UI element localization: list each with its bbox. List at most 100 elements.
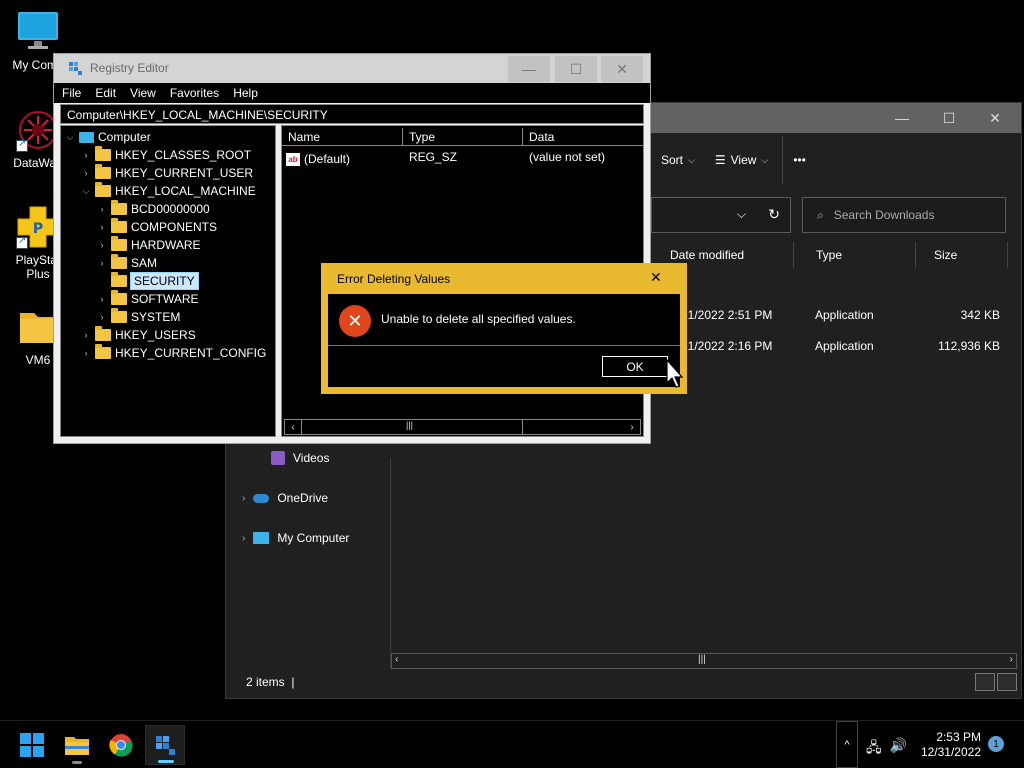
ok-button[interactable]: OK: [602, 356, 668, 377]
shortcut-arrow-icon: [16, 235, 28, 249]
details-view-icon[interactable]: [975, 673, 995, 691]
column-header-type[interactable]: Type: [810, 242, 916, 268]
chrome-icon: [109, 734, 133, 757]
explorer-close-button[interactable]: ✕: [972, 103, 1018, 133]
explorer-toolbar: Sort ⌵ ☰ View ⌵ •••: [651, 136, 859, 184]
chevron-right-icon[interactable]: ›: [81, 150, 91, 160]
error-dialog[interactable]: Error Deleting Values ✕ ✕ Unable to dele…: [321, 263, 687, 394]
tree-node-hkey-classes-root[interactable]: › HKEY_CLASSES_ROOT: [81, 146, 251, 164]
nav-item-label: OneDrive: [277, 491, 329, 505]
explorer-search-box[interactable]: ⌕ Search Downloads: [802, 197, 1006, 233]
regedit-address-bar[interactable]: Computer\HKEY_LOCAL_MACHINE\SECURITY: [60, 104, 644, 124]
tree-node-sam[interactable]: › SAM: [97, 254, 157, 272]
scroll-right-icon[interactable]: ›: [624, 420, 640, 434]
show-hidden-icons-button[interactable]: ^: [836, 721, 858, 768]
column-header-data[interactable]: Data: [523, 128, 643, 146]
scroll-thumb-grip-icon: |||: [406, 420, 414, 430]
shortcut-arrow-icon: [16, 138, 28, 152]
scroll-right-icon[interactable]: ›: [1010, 654, 1013, 665]
scroll-left-icon[interactable]: ‹: [395, 654, 398, 665]
refresh-icon[interactable]: ↻: [768, 206, 780, 223]
chevron-right-icon[interactable]: ›: [97, 312, 107, 322]
menu-edit[interactable]: Edit: [95, 86, 116, 100]
monitor-icon: [16, 10, 60, 54]
chevron-down-icon[interactable]: ⌵: [65, 132, 75, 143]
tree-node-hkey-current-config[interactable]: › HKEY_CURRENT_CONFIG: [81, 344, 266, 362]
chevron-down-icon[interactable]: ⌵: [737, 207, 746, 222]
menu-help[interactable]: Help: [233, 86, 258, 100]
tree-node-software[interactable]: › SOFTWARE: [97, 290, 199, 308]
chevron-right-icon[interactable]: ›: [81, 330, 91, 340]
value-type-cell: REG_SZ: [409, 150, 458, 164]
explorer-minimize-button[interactable]: —: [879, 103, 925, 133]
regedit-close-button[interactable]: ✕: [601, 56, 643, 82]
view-button[interactable]: ☰ View ⌵: [705, 136, 778, 184]
registry-editor-icon: [69, 62, 82, 75]
folder-icon: [95, 164, 111, 179]
tree-node-computer[interactable]: ⌵ Computer: [65, 128, 151, 146]
chevron-right-icon[interactable]: ›: [97, 240, 107, 250]
regedit-minimize-button[interactable]: —: [508, 56, 550, 82]
tree-node-hkey-users[interactable]: › HKEY_USERS: [81, 326, 196, 344]
nav-item-videos[interactable]: Videos: [271, 451, 329, 465]
file-size: 112,936 KB: [938, 339, 1000, 353]
pane-divider[interactable]: [390, 458, 391, 668]
taskbar: ^ 🖧 🔊 2:53 PM 12/31/2022: [0, 720, 1024, 768]
sort-button[interactable]: Sort ⌵: [651, 136, 705, 184]
nav-item-onedrive[interactable]: › OneDrive: [242, 491, 328, 505]
tree-node-system[interactable]: › SYSTEM: [97, 308, 180, 326]
network-icon[interactable]: 🖧: [866, 737, 882, 761]
cloud-icon: [253, 493, 270, 503]
chevron-right-icon[interactable]: ›: [97, 294, 107, 304]
column-header-type[interactable]: Type: [403, 128, 523, 146]
registry-tree: ⌵ Computer › HKEY_CLASSES_ROOT › HKEY_CU…: [60, 125, 276, 437]
chevron-right-icon[interactable]: ›: [97, 258, 107, 268]
mouse-cursor-icon: [666, 359, 684, 388]
regedit-title: Registry Editor: [90, 61, 169, 75]
tree-node-bcd00000000[interactable]: › BCD00000000: [97, 200, 210, 218]
notification-badge[interactable]: 1: [988, 736, 1004, 752]
regedit-horizontal-scrollbar[interactable]: ‹ ||| ›: [284, 419, 641, 435]
error-icon: ✕: [339, 305, 371, 337]
chevron-down-icon[interactable]: ⌵: [81, 186, 91, 197]
dialog-message: Unable to delete all specified values.: [381, 312, 576, 326]
nav-item-my-computer[interactable]: › My Computer: [242, 531, 349, 545]
chevron-right-icon[interactable]: ›: [81, 348, 91, 358]
tree-node-security[interactable]: SECURITY: [97, 272, 199, 290]
more-options-button[interactable]: •••: [782, 136, 816, 184]
column-header-size[interactable]: Size: [928, 242, 1008, 268]
explorer-address-bar[interactable]: ⌵ ↻: [651, 197, 791, 233]
file-date: 31/2022 2:16 PM: [681, 339, 773, 353]
regedit-maximize-button[interactable]: ☐: [555, 56, 597, 82]
taskbar-clock[interactable]: 2:53 PM 12/31/2022: [917, 730, 981, 760]
scroll-thumb-grip-icon[interactable]: |||: [698, 654, 706, 665]
tree-node-hardware[interactable]: › HARDWARE: [97, 236, 201, 254]
chevron-right-icon[interactable]: ›: [81, 168, 91, 178]
dialog-close-button[interactable]: ✕: [650, 269, 662, 286]
volume-icon[interactable]: 🔊: [890, 737, 907, 761]
menu-view[interactable]: View: [130, 86, 156, 100]
scroll-left-icon[interactable]: ‹: [285, 420, 301, 434]
menu-file[interactable]: File: [62, 86, 81, 100]
folder-icon: [111, 272, 127, 287]
tree-node-hkey-current-user[interactable]: › HKEY_CURRENT_USER: [81, 164, 253, 182]
taskbar-registry-editor[interactable]: [145, 725, 185, 765]
chevron-right-icon[interactable]: ›: [97, 222, 107, 232]
taskbar-chrome[interactable]: [101, 725, 141, 765]
regedit-titlebar[interactable]: Registry Editor — ☐ ✕: [54, 54, 650, 83]
tree-node-components[interactable]: › COMPONENTS: [97, 218, 217, 236]
taskbar-file-explorer[interactable]: [57, 725, 97, 765]
monitor-icon: [253, 532, 270, 544]
chevron-right-icon[interactable]: ›: [242, 493, 245, 504]
column-header-name[interactable]: Name: [282, 128, 403, 146]
clock-date: 12/31/2022: [920, 745, 981, 759]
menu-favorites[interactable]: Favorites: [170, 86, 219, 100]
chevron-right-icon[interactable]: ›: [242, 533, 245, 544]
tree-node-hkey-local-machine[interactable]: ⌵ HKEY_LOCAL_MACHINE: [81, 182, 256, 200]
chevron-right-icon[interactable]: ›: [97, 204, 107, 214]
explorer-horizontal-scrollbar[interactable]: ‹ ||| ›: [391, 653, 1017, 669]
view-mode-buttons: [975, 673, 1017, 691]
explorer-maximize-button[interactable]: ☐: [926, 103, 972, 133]
start-button[interactable]: [12, 725, 52, 765]
tiles-view-icon[interactable]: [997, 673, 1017, 691]
